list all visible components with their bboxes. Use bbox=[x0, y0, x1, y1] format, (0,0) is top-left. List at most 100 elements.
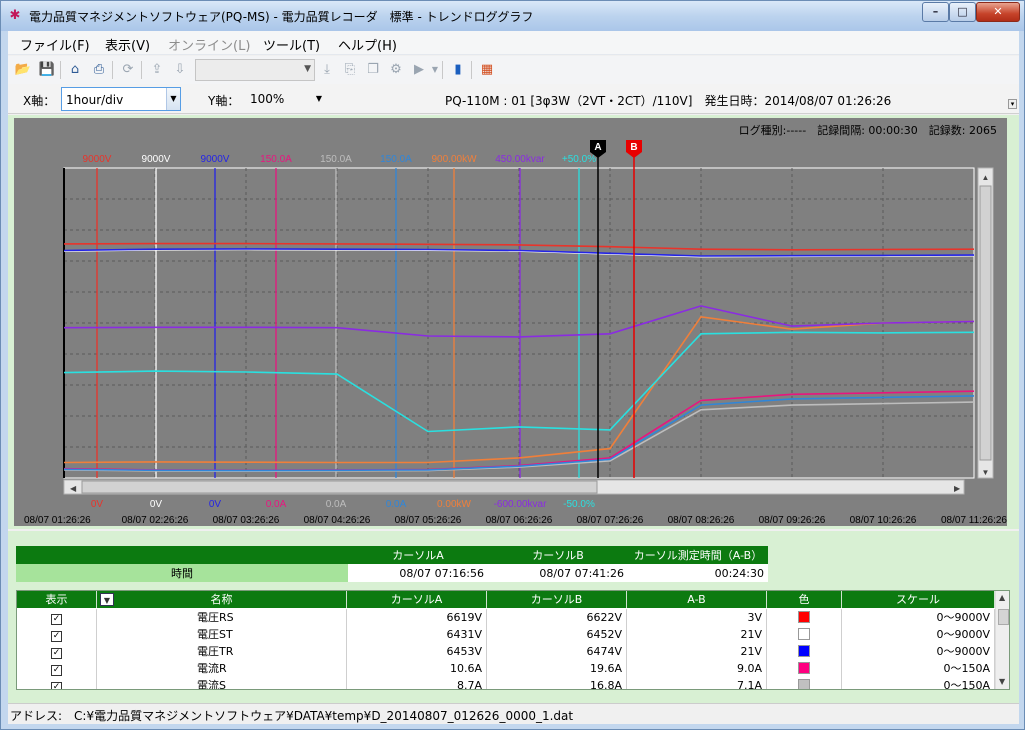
scroll-thumb[interactable] bbox=[998, 609, 1009, 625]
toolbar-separator bbox=[471, 61, 472, 79]
trend-chart[interactable]: 9000V 0V 9000V 0V 9000V 0V 150.0A 0.0A 150.0A 0.0… bbox=[14, 118, 1007, 526]
device-send-icon[interactable]: ⇪ bbox=[148, 61, 166, 79]
menu-view[interactable]: 表示(V) bbox=[105, 35, 150, 54]
chevron-down-icon: ▼ bbox=[304, 64, 311, 74]
toolbar-separator bbox=[141, 61, 142, 79]
refresh-icon[interactable]: ⟳ bbox=[119, 61, 137, 79]
minimize-button[interactable]: – bbox=[922, 2, 949, 22]
scroll-right-icon: ▶ bbox=[954, 484, 961, 493]
chart-panel: ログ種別:----- 記録間隔: 00:00:30 記録数: 2065 9000… bbox=[8, 115, 1019, 529]
export-icon[interactable]: ⎘ bbox=[341, 61, 359, 79]
x-tick-label: 08/07 01:26:26 bbox=[24, 515, 91, 526]
h-scroll-thumb bbox=[81, 480, 598, 494]
color-swatch[interactable] bbox=[798, 645, 810, 657]
instrument-info: PQ-110M : 01 [3φ3W（2VT・2CT）/110V] 発生日時：2… bbox=[445, 94, 892, 108]
scale-value: 0～150A bbox=[842, 660, 995, 677]
show-cell: ✓ bbox=[17, 660, 97, 677]
color-swatch[interactable] bbox=[798, 679, 810, 689]
bar-chart-icon[interactable]: ▮ bbox=[449, 61, 467, 79]
toolbar-separator bbox=[60, 61, 61, 79]
menu-online[interactable]: オンライン(L) bbox=[168, 35, 250, 54]
x-axis-value: 1hour/div bbox=[66, 93, 124, 107]
cursor-a-value: 8.7A bbox=[347, 677, 487, 689]
menu-tools[interactable]: ツール(T) bbox=[263, 35, 320, 54]
diff-value: 7.1A bbox=[627, 677, 767, 689]
window-title: 電力品質マネジメントソフトウェア(PQ-MS) - 電力品質レコーダ 標準 - … bbox=[29, 10, 534, 24]
toolbar-separator bbox=[112, 61, 113, 79]
device-receive-icon[interactable]: ⇩ bbox=[171, 61, 189, 79]
file-address: アドレス: C:¥電力品質マネジメントソフトウェア¥DATA¥temp¥D_20… bbox=[10, 709, 574, 723]
grid-scrollbar[interactable]: ▲ ▼ bbox=[995, 591, 1009, 689]
open-folder-icon[interactable]: 📂 bbox=[14, 61, 32, 79]
scale-bottom-label: 0V bbox=[209, 499, 222, 510]
scale-value: 0～9000V bbox=[842, 626, 995, 643]
col-scale-header: スケール bbox=[842, 591, 995, 608]
panel-toggle-icon[interactable]: ▾ bbox=[1008, 99, 1017, 109]
checkbox-checked-icon[interactable]: ✓ bbox=[51, 682, 62, 689]
chevron-down-icon[interactable]: ▼ bbox=[316, 94, 322, 103]
x-axis-select[interactable]: 1hour/div ▼ bbox=[61, 87, 181, 111]
checkbox-checked-icon[interactable]: ✓ bbox=[51, 665, 62, 676]
color-swatch[interactable] bbox=[798, 662, 810, 674]
title-bar[interactable]: ✱ 電力品質マネジメントソフトウェア(PQ-MS) - 電力品質レコーダ 標準 … bbox=[1, 1, 1024, 31]
table-row[interactable]: ✓ 電流S 8.7A 16.8A 7.1A 0～150A bbox=[17, 677, 995, 689]
toolbar: 📂 💾 ⌂ ⎙ ⟳ ⇪ ⇩ ▼ ⤓ ⎘ ❐ ⚙ ▶ ▼ ▮ ▦ bbox=[8, 56, 1019, 84]
table-row[interactable]: ✓ 電圧ST 6431V 6452V 21V 0～9000V bbox=[17, 626, 995, 643]
cursor-b-value: 16.8A bbox=[487, 677, 627, 689]
color-palette-icon[interactable]: ▦ bbox=[478, 61, 496, 79]
checkbox-checked-icon[interactable]: ✓ bbox=[51, 648, 62, 659]
copy-icon[interactable]: ❐ bbox=[364, 61, 382, 79]
color-swatch[interactable] bbox=[798, 611, 810, 623]
color-cell bbox=[767, 626, 842, 643]
y-axis-select[interactable]: 100% ▼ bbox=[246, 89, 326, 109]
checkbox-checked-icon[interactable]: ✓ bbox=[51, 631, 62, 642]
x-axis-label: X軸： bbox=[23, 94, 56, 108]
col-b-header: カーソルB bbox=[487, 591, 627, 608]
v-scroll-thumb bbox=[979, 185, 992, 461]
cursor-diff-header: カーソル測定時間（A-B） bbox=[628, 546, 768, 564]
table-row[interactable]: ✓ 電流R 10.6A 19.6A 9.0A 0～150A bbox=[17, 660, 995, 677]
scale-bottom-label: 0V bbox=[150, 499, 163, 510]
scale-bottom-label: -600.00kvar bbox=[494, 499, 547, 510]
download-icon[interactable]: ⤓ bbox=[318, 61, 336, 79]
scale-top-label: +50.0% bbox=[562, 154, 596, 165]
checkbox-checked-icon[interactable]: ✓ bbox=[51, 614, 62, 625]
print-icon[interactable]: ⎙ bbox=[90, 61, 108, 79]
show-cell: ✓ bbox=[17, 626, 97, 643]
time-row-label: 時間 bbox=[16, 564, 348, 582]
cursor-b-value: 19.6A bbox=[487, 660, 627, 677]
name-header-text: 名称 bbox=[210, 593, 233, 606]
color-cell bbox=[767, 609, 842, 626]
cursor-a-value: 6431V bbox=[347, 626, 487, 643]
close-button[interactable]: ✕ bbox=[976, 2, 1020, 22]
chevron-down-icon[interactable]: ▼ bbox=[166, 88, 180, 110]
axis-bar: X軸： 1hour/div ▼ Y軸： 100% ▼ PQ-110M : 01 … bbox=[8, 84, 1019, 114]
diff-value: 3V bbox=[627, 609, 767, 626]
menu-file[interactable]: ファイル(F) bbox=[20, 35, 90, 54]
scale-bottom-label: 0.0A bbox=[266, 499, 287, 510]
scroll-down-icon[interactable]: ▼ bbox=[999, 677, 1005, 686]
cursor-b-value: 6452V bbox=[487, 626, 627, 643]
cursor-label: A bbox=[594, 142, 601, 153]
x-tick-label: 08/07 03:26:26 bbox=[213, 515, 280, 526]
channel-grid: 表示 ▼ 名称 カーソルA カーソルB A-B 色 スケール ▲ ▼ ✓ 電圧RS bbox=[16, 590, 1010, 690]
color-swatch[interactable] bbox=[798, 628, 810, 640]
scroll-down-icon: ▼ bbox=[982, 468, 990, 477]
col-name-header: ▼ 名称 bbox=[97, 591, 347, 608]
x-tick-label: 08/07 07:26:26 bbox=[577, 515, 644, 526]
scale-top-label: 9000V bbox=[201, 154, 230, 165]
filter-dropdown-icon[interactable]: ▼ bbox=[100, 593, 114, 606]
maximize-button[interactable]: □ bbox=[949, 2, 976, 22]
device-combo[interactable]: ▼ bbox=[195, 59, 315, 81]
scroll-up-icon[interactable]: ▲ bbox=[999, 593, 1005, 602]
table-row[interactable]: ✓ 電圧RS 6619V 6622V 3V 0～9000V bbox=[17, 609, 995, 626]
menu-help[interactable]: ヘルプ(H) bbox=[338, 35, 397, 54]
col-ab-header: A-B bbox=[627, 591, 767, 608]
home-icon[interactable]: ⌂ bbox=[66, 61, 84, 79]
save-icon[interactable]: 💾 bbox=[38, 61, 56, 79]
scale-value: 0～150A bbox=[842, 677, 995, 689]
scale-top-label: 9000V bbox=[83, 154, 112, 165]
table-row[interactable]: ✓ 電圧TR 6453V 6474V 21V 0～9000V bbox=[17, 643, 995, 660]
cursor-summary: カーソルA カーソルB カーソル測定時間（A-B） 時間 08/07 07:16… bbox=[16, 546, 768, 582]
settings-icon[interactable]: ⚙ bbox=[387, 61, 405, 79]
